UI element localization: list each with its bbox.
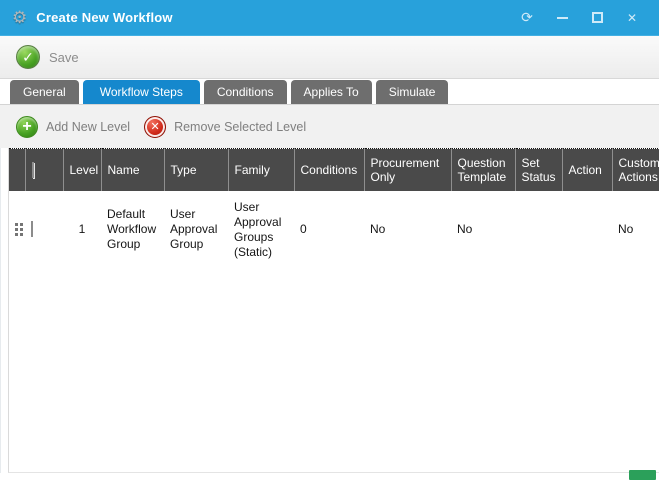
workflow-steps-grid: Level Name Type Family Conditions Procur… — [8, 148, 659, 473]
cell-procurement-only: No — [364, 191, 451, 269]
cell-family: User Approval Groups (Static) — [228, 191, 294, 269]
save-button[interactable]: Save — [49, 50, 79, 65]
tab-strip: General Workflow Steps Conditions Applie… — [0, 79, 659, 104]
tab-simulate[interactable]: Simulate — [376, 80, 449, 104]
cell-custom-actions: No — [612, 191, 659, 269]
cell-action — [562, 191, 612, 269]
cell-level: 1 — [63, 191, 101, 269]
title-bar: ⚙ Create New Workflow ⟳ ✕ — [0, 0, 659, 36]
cell-conditions: 0 — [294, 191, 364, 269]
col-conditions: Conditions — [294, 149, 364, 191]
select-all-checkbox[interactable] — [32, 162, 34, 178]
minimize-bar — [557, 17, 568, 19]
row-select-cell — [25, 191, 63, 269]
tab-workflow-steps[interactable]: Workflow Steps — [83, 80, 200, 104]
maximize-icon[interactable] — [590, 11, 604, 25]
grid-header-row: Level Name Type Family Conditions Procur… — [9, 149, 659, 191]
workflow-steps-table: Level Name Type Family Conditions Procur… — [9, 148, 659, 269]
col-level: Level — [63, 149, 101, 191]
tab-applies-to[interactable]: Applies To — [291, 80, 372, 104]
remove-selected-level-label: Remove Selected Level — [174, 120, 306, 134]
maximize-box — [592, 12, 603, 23]
tab-conditions[interactable]: Conditions — [204, 80, 287, 104]
minimize-icon[interactable] — [555, 11, 569, 25]
col-question-template: Question Template — [451, 149, 515, 191]
save-check-icon[interactable]: ✓ — [16, 45, 40, 69]
row-checkbox[interactable] — [31, 221, 33, 237]
table-row[interactable]: 1 Default Workflow Group User Approval G… — [9, 191, 659, 269]
cell-type: User Approval Group — [164, 191, 228, 269]
cell-name: Default Workflow Group — [101, 191, 164, 269]
tab-general[interactable]: General — [10, 80, 79, 104]
add-new-level-label: Add New Level — [46, 120, 130, 134]
col-set-status: Set Status — [515, 149, 562, 191]
cross-circle-icon: ✕ — [144, 116, 166, 138]
row-drag-cell — [9, 191, 25, 269]
create-new-workflow-dialog: ⚙ Create New Workflow ⟳ ✕ ✓ Save General… — [0, 0, 659, 481]
col-select — [25, 149, 63, 191]
col-type: Type — [164, 149, 228, 191]
save-toolbar: ✓ Save — [0, 36, 659, 79]
col-family: Family — [228, 149, 294, 191]
col-drag — [9, 149, 25, 191]
remove-selected-level-button[interactable]: ✕ Remove Selected Level — [144, 116, 306, 138]
window-bottom — [0, 473, 659, 481]
cell-question-template: No — [451, 191, 515, 269]
col-procurement-only: Procurement Only — [364, 149, 451, 191]
resize-grip[interactable] — [629, 470, 656, 480]
cell-set-status — [515, 191, 562, 269]
close-icon[interactable]: ✕ — [625, 11, 639, 25]
level-actions-toolbar: + Add New Level ✕ Remove Selected Level — [0, 104, 659, 148]
refresh-icon[interactable]: ⟳ — [520, 11, 534, 25]
gear-icon: ⚙ — [12, 9, 27, 26]
col-custom-actions: Custom Actions — [612, 149, 659, 191]
window-title: Create New Workflow — [36, 10, 520, 25]
plus-circle-icon: + — [16, 116, 38, 138]
col-name: Name — [101, 149, 164, 191]
add-new-level-button[interactable]: + Add New Level — [16, 116, 130, 138]
drag-handle-icon[interactable] — [15, 223, 23, 236]
col-action: Action — [562, 149, 612, 191]
